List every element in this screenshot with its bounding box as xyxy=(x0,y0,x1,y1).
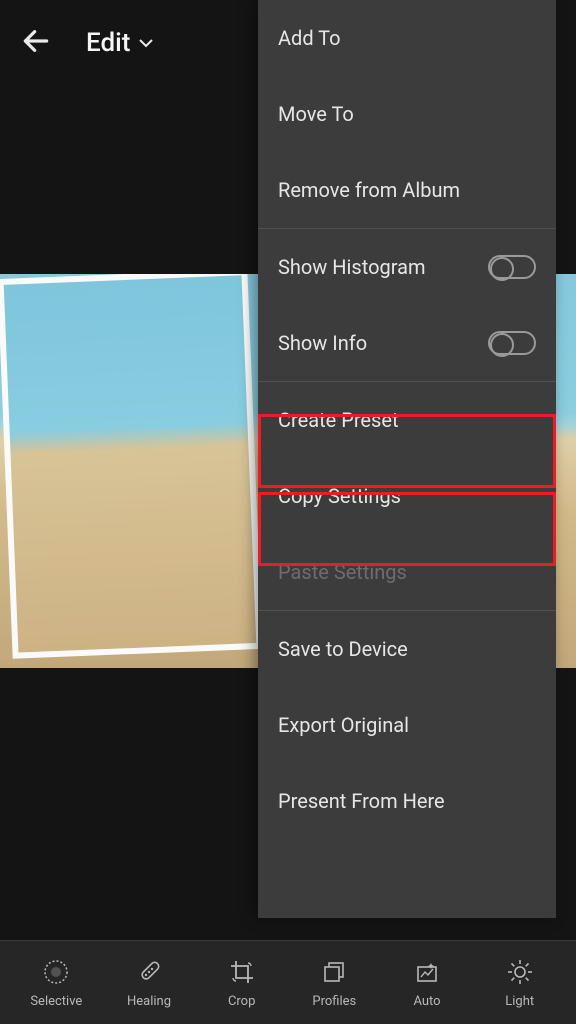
tool-light[interactable]: Light xyxy=(473,956,566,1009)
toggle-show-histogram[interactable] xyxy=(488,255,536,279)
menu-save-to-device-label: Save to Device xyxy=(278,637,408,661)
menu-export-original[interactable]: Export Original xyxy=(258,687,556,763)
menu-remove-label: Remove from Album xyxy=(278,178,460,202)
tool-crop[interactable]: Crop xyxy=(195,956,288,1009)
menu-add-to-label: Add To xyxy=(278,26,341,50)
menu-paste-settings-label: Paste Settings xyxy=(278,560,407,584)
menu-show-histogram-label: Show Histogram xyxy=(278,255,426,279)
back-arrow-icon xyxy=(20,25,52,57)
tool-light-label: Light xyxy=(505,994,534,1009)
photo-tilted-overlay xyxy=(0,274,263,659)
menu-add-to[interactable]: Add To xyxy=(258,0,556,76)
menu-export-original-label: Export Original xyxy=(278,713,409,737)
bottom-toolbar: Selective Healing Crop Profiles Auto Lig… xyxy=(0,940,576,1024)
mode-title: Edit xyxy=(86,28,130,58)
tool-profiles-label: Profiles xyxy=(312,994,356,1009)
menu-present-from-here[interactable]: Present From Here xyxy=(258,763,556,839)
top-bar: Edit xyxy=(0,0,154,86)
menu-show-info-label: Show Info xyxy=(278,331,367,355)
menu-remove-from-album[interactable]: Remove from Album xyxy=(258,152,556,228)
context-menu: Add To Move To Remove from Album Show Hi… xyxy=(258,0,556,918)
profiles-icon xyxy=(318,956,350,988)
back-button[interactable] xyxy=(20,25,52,61)
tool-healing[interactable]: Healing xyxy=(103,956,196,1009)
tool-selective-label: Selective xyxy=(30,994,82,1009)
auto-icon xyxy=(411,956,443,988)
tool-auto[interactable]: Auto xyxy=(381,956,474,1009)
menu-create-preset[interactable]: Create Preset xyxy=(258,382,556,458)
selective-icon xyxy=(40,956,72,988)
menu-create-preset-label: Create Preset xyxy=(278,408,399,432)
menu-show-histogram[interactable]: Show Histogram xyxy=(258,229,556,305)
tool-crop-label: Crop xyxy=(228,994,255,1009)
tool-auto-label: Auto xyxy=(413,994,440,1009)
chevron-down-icon xyxy=(138,38,154,48)
light-icon xyxy=(504,956,536,988)
toggle-show-info[interactable] xyxy=(488,331,536,355)
tool-profiles[interactable]: Profiles xyxy=(288,956,381,1009)
menu-paste-settings: Paste Settings xyxy=(258,534,556,610)
menu-copy-settings[interactable]: Copy Settings xyxy=(258,458,556,534)
tool-healing-label: Healing xyxy=(127,994,171,1009)
crop-icon xyxy=(226,956,258,988)
menu-present-from-here-label: Present From Here xyxy=(278,789,445,813)
menu-copy-settings-label: Copy Settings xyxy=(278,484,401,508)
menu-move-to[interactable]: Move To xyxy=(258,76,556,152)
menu-move-to-label: Move To xyxy=(278,102,354,126)
menu-save-to-device[interactable]: Save to Device xyxy=(258,611,556,687)
mode-dropdown[interactable]: Edit xyxy=(86,28,154,58)
menu-show-info[interactable]: Show Info xyxy=(258,305,556,381)
healing-icon xyxy=(133,956,165,988)
tool-selective[interactable]: Selective xyxy=(10,956,103,1009)
